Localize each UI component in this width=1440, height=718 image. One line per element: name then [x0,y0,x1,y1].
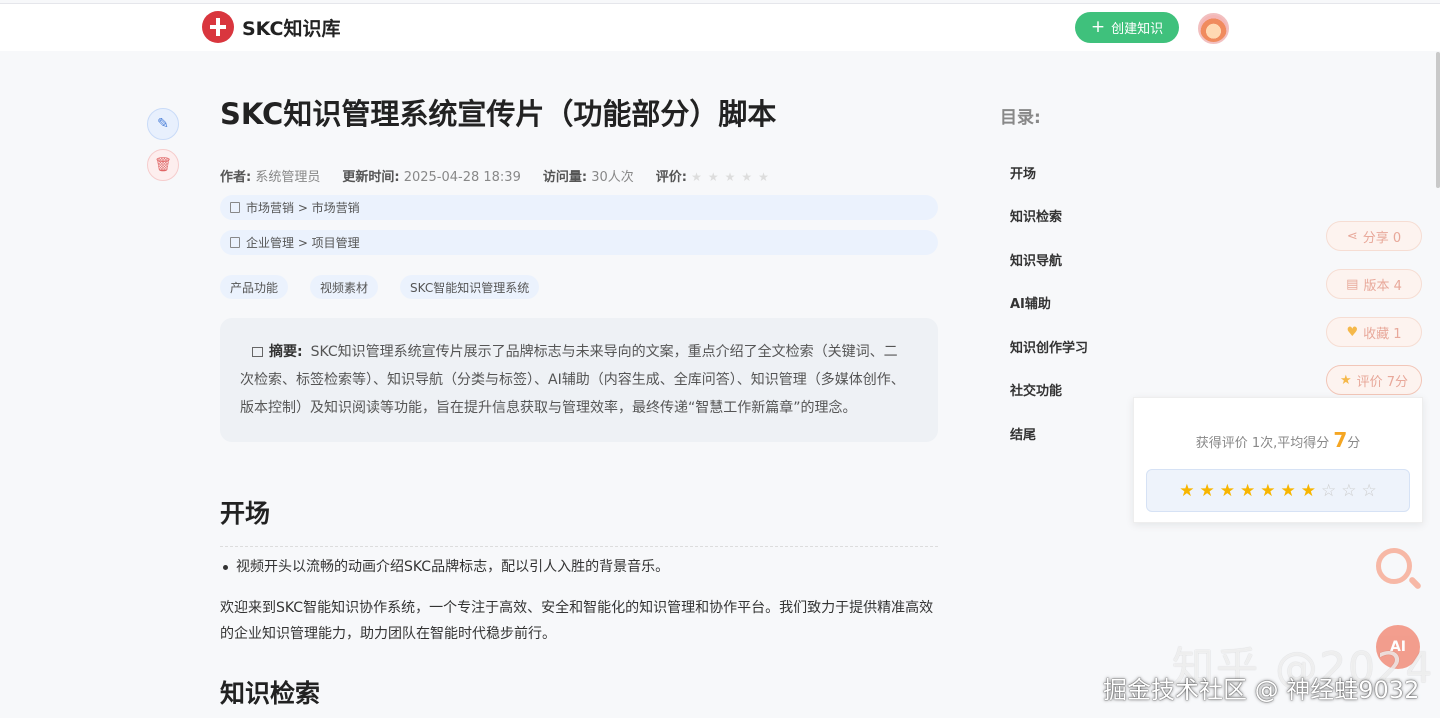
updated-meta: 更新时间: 2025-04-28 18:39 [342,169,521,185]
rating-star-icon[interactable]: ★ [1281,481,1296,501]
rating-star-icon[interactable]: ☆ [1321,481,1336,501]
rating-star-icon[interactable]: ★ [1240,481,1255,501]
folder-icon [230,202,240,213]
rating-star-icon[interactable]: ☆ [1341,481,1356,501]
share-icon: ⋖ [1346,228,1358,244]
list-item: 视频开头以流畅的动画介绍SKC品牌标志，配以引人入胜的背景音乐。 [220,555,938,579]
category-path[interactable]: 企业管理 > 项目管理 [220,230,938,255]
avatar[interactable] [1198,13,1229,44]
rating-star-icon[interactable]: ★ [1220,481,1235,501]
create-knowledge-label: 创建知识 [1111,22,1164,37]
article-title: SKC知识管理系统宣传片（功能部分）脚本 [220,97,777,131]
summary-icon [252,347,263,357]
rating-stars-icon[interactable]: ★★★★★ [691,170,775,184]
version-button[interactable]: ▤ 版本 4 [1326,269,1422,299]
search-button[interactable] [1376,548,1423,594]
author-meta: 作者: 系统管理员 [220,169,321,185]
heart-icon: ♥ [1346,324,1359,340]
share-button[interactable]: ⋖ 分享 0 [1326,221,1422,251]
document-icon: ▤ [1346,276,1359,292]
favorite-button[interactable]: ♥ 收藏 1 [1326,317,1422,347]
logo-text: SKC知识库 [242,17,341,40]
toc-item[interactable]: 知识导航 [1010,250,1062,269]
create-knowledge-button[interactable]: + 创建知识 [1075,12,1179,43]
category-path-label: 企业管理 > 项目管理 [246,236,360,250]
toc-item[interactable]: 知识检索 [1010,206,1062,225]
tag-item[interactable]: 产品功能 [220,275,289,299]
category-path-label: 市场营销 > 市场营销 [246,201,360,215]
tag-item[interactable]: SKC智能知识管理系统 [400,275,540,299]
favorite-label: 收藏 1 [1363,326,1402,342]
plus-icon: + [1090,17,1106,37]
tag-list: 产品功能 视频素材 SKC智能知识管理系统 [220,275,938,299]
scrollbar[interactable] [1436,52,1440,188]
rating-star-icon[interactable]: ★ [1200,481,1215,501]
edit-button[interactable]: ✎ [147,108,179,140]
toc-item[interactable]: 结尾 [1010,424,1036,443]
toc-item[interactable]: 社交功能 [1010,380,1062,399]
average-score: 7 [1333,428,1348,452]
summary-label: 摘要: [269,344,303,360]
logo-icon [202,11,234,43]
summary-box: 摘要: SKC知识管理系统宣传片展示了品牌标志与未来导向的文案，重点介绍了全文检索… [220,318,938,442]
top-bar: SKC知识库 + 创建知识 [0,3,1440,51]
rating-stars[interactable]: ★ ★ ★ ★ ★ ★ ★ ☆ ☆ ☆ [1146,469,1410,512]
rate-label: 评价 7分 [1356,374,1409,390]
star-icon: ★ [1339,372,1352,388]
rating-star-icon[interactable]: ☆ [1362,481,1377,501]
version-label: 版本 4 [1363,278,1402,294]
section-heading: 知识检索 [220,679,321,708]
category-path[interactable]: 市场营销 > 市场营销 [220,195,938,220]
rate-button[interactable]: ★ 评价 7分 [1326,365,1422,395]
search-icon [1376,548,1412,584]
section-divider [220,546,938,547]
summary-text: SKC知识管理系统宣传片展示了品牌标志与未来导向的文案，重点介绍了全文检索（关键… [240,344,905,416]
toc-item[interactable]: 知识创作学习 [1010,337,1088,356]
rating-popup: 获得评价 1次,平均得分 7分 ★ ★ ★ ★ ★ ★ ★ ☆ ☆ ☆ [1133,397,1423,523]
toc-title: 目录: [1000,108,1041,128]
share-label: 分享 0 [1362,230,1402,246]
section-heading: 开场 [220,499,271,528]
rating-star-icon[interactable]: ★ [1179,481,1194,501]
rating-summary: 获得评价 1次,平均得分 7分 [1195,428,1361,452]
article: SKC知识管理系统宣传片（功能部分）脚本 作者: 系统管理员 更新时间: 202… [220,90,938,713]
toc-item[interactable]: 开场 [1010,163,1036,182]
trash-icon: 🗑 [154,157,172,173]
watermark: 掘金技术社区 @ 神经蛙9032 [1103,676,1420,704]
toc-item[interactable]: AI辅助 [1010,293,1051,312]
tag-item[interactable]: 视频素材 [310,275,379,299]
paragraph: 欢迎来到SKC智能知识协作系统，一个专注于高效、安全和智能化的知识管理和协作平台… [220,600,934,642]
rating-meta: 评价: ★★★★★ [655,169,775,185]
edit-icon: ✎ [157,116,169,132]
rating-star-icon[interactable]: ★ [1301,481,1316,501]
folder-icon [230,237,240,248]
visits-meta: 访问量: 30人次 [542,169,634,185]
delete-button[interactable]: 🗑 [147,149,179,181]
rating-star-icon[interactable]: ★ [1260,481,1275,501]
logo[interactable]: SKC知识库 [202,11,341,43]
article-meta: 作者: 系统管理员 更新时间: 2025-04-28 18:39 访问量: 30… [220,165,938,185]
